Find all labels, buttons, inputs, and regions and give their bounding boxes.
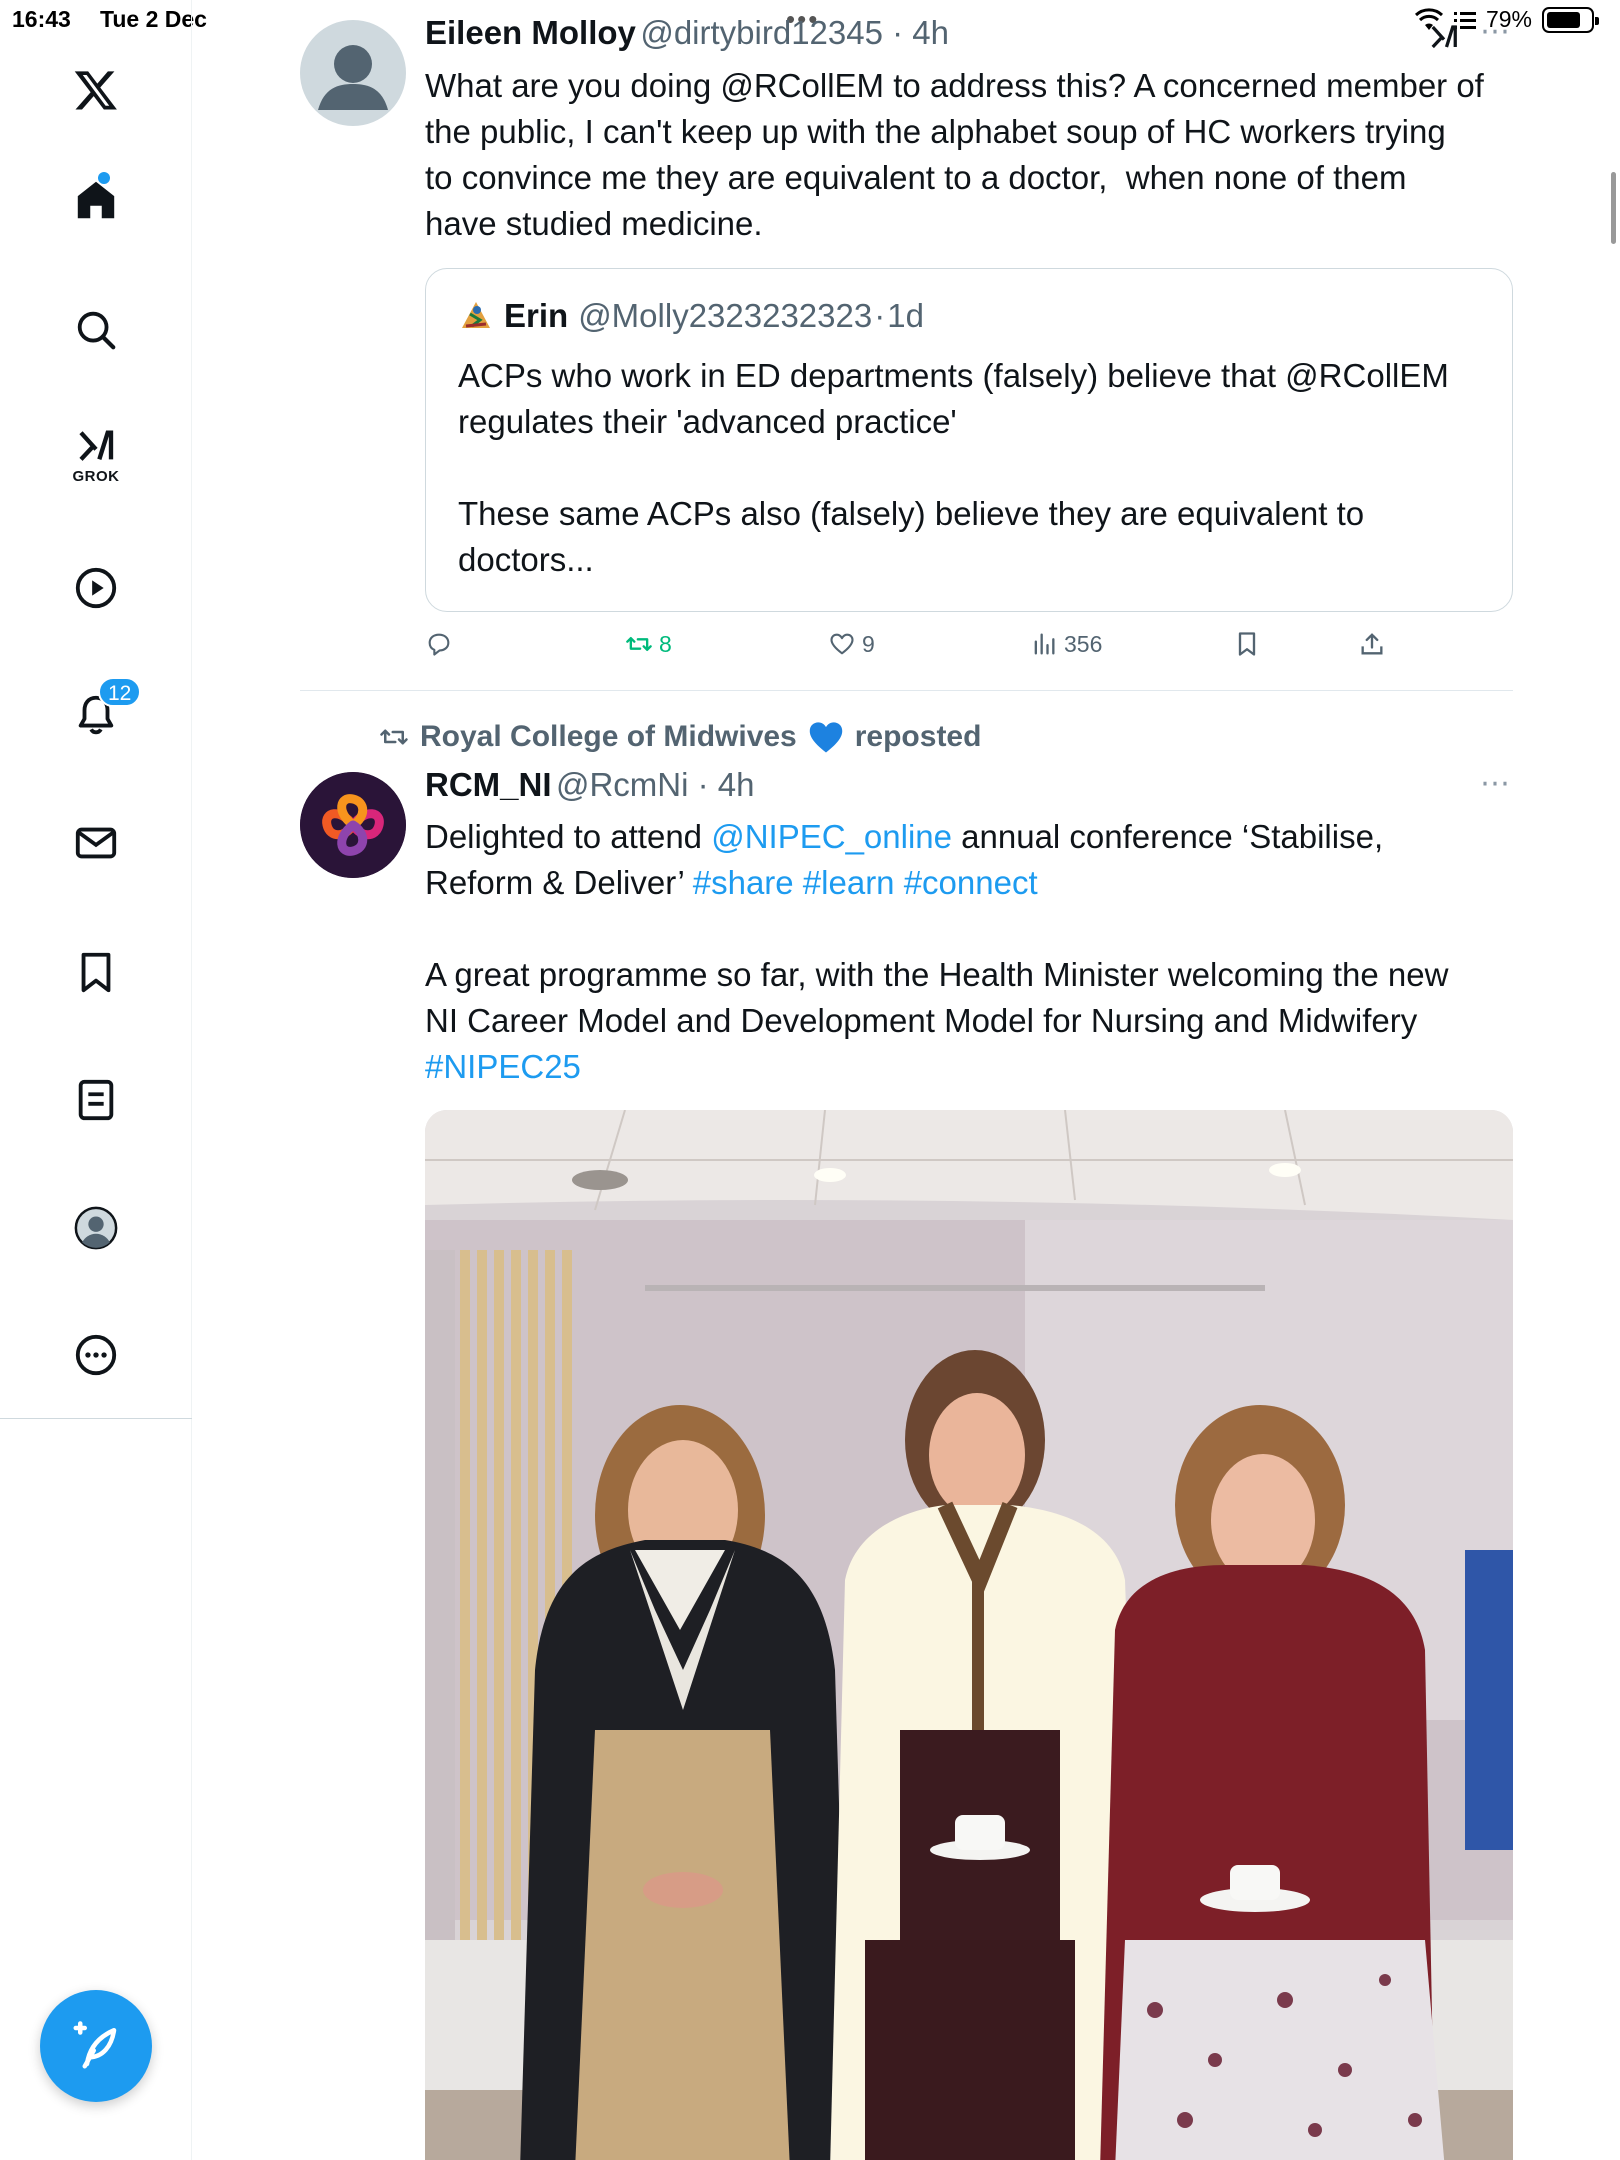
tweet-text: What are you doing @RCollEM to address t… (425, 67, 1484, 242)
tweet-text: Delighted to attend @NIPEC_online annual… (425, 814, 1525, 1090)
quoted-tweet-time: 1d (887, 297, 924, 334)
repost-count: 8 (659, 630, 672, 657)
views-count: 356 (1064, 630, 1103, 657)
heart-icon (830, 633, 854, 655)
tweet-divider (300, 690, 1513, 691)
author-avatar[interactable] (300, 20, 406, 126)
tweet-header: Eileen Molloy @dirtybird12345 · 4h (425, 14, 950, 51)
repost-icon (380, 729, 408, 745)
repost-context[interactable]: Royal College of Midwives reposted (378, 720, 981, 754)
search-icon[interactable] (56, 290, 136, 370)
repost-icon (626, 637, 652, 651)
sidebar-divider (0, 1418, 192, 1419)
blue-heart-icon (809, 722, 842, 753)
author-handle[interactable]: @dirtybird12345 (640, 14, 883, 51)
sidebar-nav: GROK 12 (0, 0, 192, 2160)
home-icon[interactable] (56, 160, 136, 240)
tweet-photo[interactable] (425, 1110, 1513, 2160)
bookmarks-icon[interactable] (56, 932, 136, 1012)
views-button[interactable]: 356 (1030, 630, 1102, 658)
views-chart-icon (1034, 633, 1055, 655)
like-count: 9 (862, 630, 875, 657)
reposted-suffix: reposted (854, 720, 982, 753)
tweet-actions: 8 9 356 (425, 630, 1425, 670)
more-icon[interactable]: ⋯ (1480, 14, 1512, 49)
reposted-by-name[interactable]: Royal College of Midwives (420, 720, 797, 754)
tweet-time[interactable]: 4h (912, 14, 949, 51)
rcm-ni-avatar[interactable] (300, 772, 406, 878)
tweet-header: RCM_NI @RcmNi · 4h (425, 766, 755, 803)
share-button[interactable] (1358, 630, 1386, 658)
reply-icon (428, 633, 450, 656)
author-handle[interactable]: @RcmNi (556, 766, 688, 803)
more-icon[interactable]: ⋯ (1480, 766, 1512, 801)
text-paragraph: A great programme so far, with the Healt… (425, 956, 1449, 1039)
repost-button[interactable]: 8 (625, 630, 672, 658)
author-name[interactable]: Eileen Molloy (425, 14, 636, 51)
quoted-author-handle: @Molly2323232323 (578, 297, 873, 334)
notifications-bell-icon[interactable]: 12 (56, 675, 142, 755)
home-unread-dot (98, 172, 110, 184)
notifications-badge: 12 (98, 677, 142, 707)
share-icon (1361, 633, 1383, 655)
quoted-tweet-header: Erin @Molly2323232323 · 1d (458, 297, 924, 335)
messages-envelope-icon[interactable] (56, 803, 136, 883)
quoted-author-avatar[interactable] (458, 298, 494, 334)
video-play-icon[interactable] (56, 548, 136, 628)
mention-link[interactable]: @NIPEC_online (711, 818, 952, 855)
grok-icon[interactable]: GROK (56, 415, 136, 495)
compose-feather-icon (73, 2021, 117, 2069)
hashtag-links[interactable]: #share #learn #connect (693, 864, 1038, 901)
bookmark-button[interactable] (1233, 630, 1261, 658)
compose-post-button[interactable] (40, 1990, 152, 2102)
scroll-indicator[interactable] (1611, 172, 1616, 244)
more-options-icon[interactable] (56, 1315, 136, 1395)
reply-button[interactable] (425, 630, 453, 658)
quoted-tweet[interactable]: Erin @Molly2323232323 · 1d ACPs who work… (425, 268, 1513, 612)
text-segment: annual conference ‘Stabilise, (952, 818, 1384, 855)
grok-badge-icon[interactable] (1428, 22, 1460, 52)
like-button[interactable]: 9 (828, 630, 875, 658)
x-logo-icon[interactable] (56, 50, 136, 130)
hashtag-link[interactable]: #NIPEC25 (425, 1048, 581, 1085)
grok-label: GROK (72, 467, 120, 485)
battery-icon (1542, 6, 1599, 33)
profile-avatar-icon[interactable] (56, 1188, 136, 1268)
text-segment: Reform & Deliver’ (425, 864, 693, 901)
tweet-time[interactable]: 4h (718, 766, 755, 803)
bookmark-icon (1238, 632, 1256, 656)
text-segment: Delighted to attend (425, 818, 712, 855)
quoted-author-name: Erin (504, 297, 569, 334)
quoted-tweet-text: ACPs who work in ED departments (falsely… (458, 357, 1449, 578)
author-name[interactable]: RCM_NI (425, 766, 552, 803)
lists-icon[interactable] (56, 1060, 136, 1140)
